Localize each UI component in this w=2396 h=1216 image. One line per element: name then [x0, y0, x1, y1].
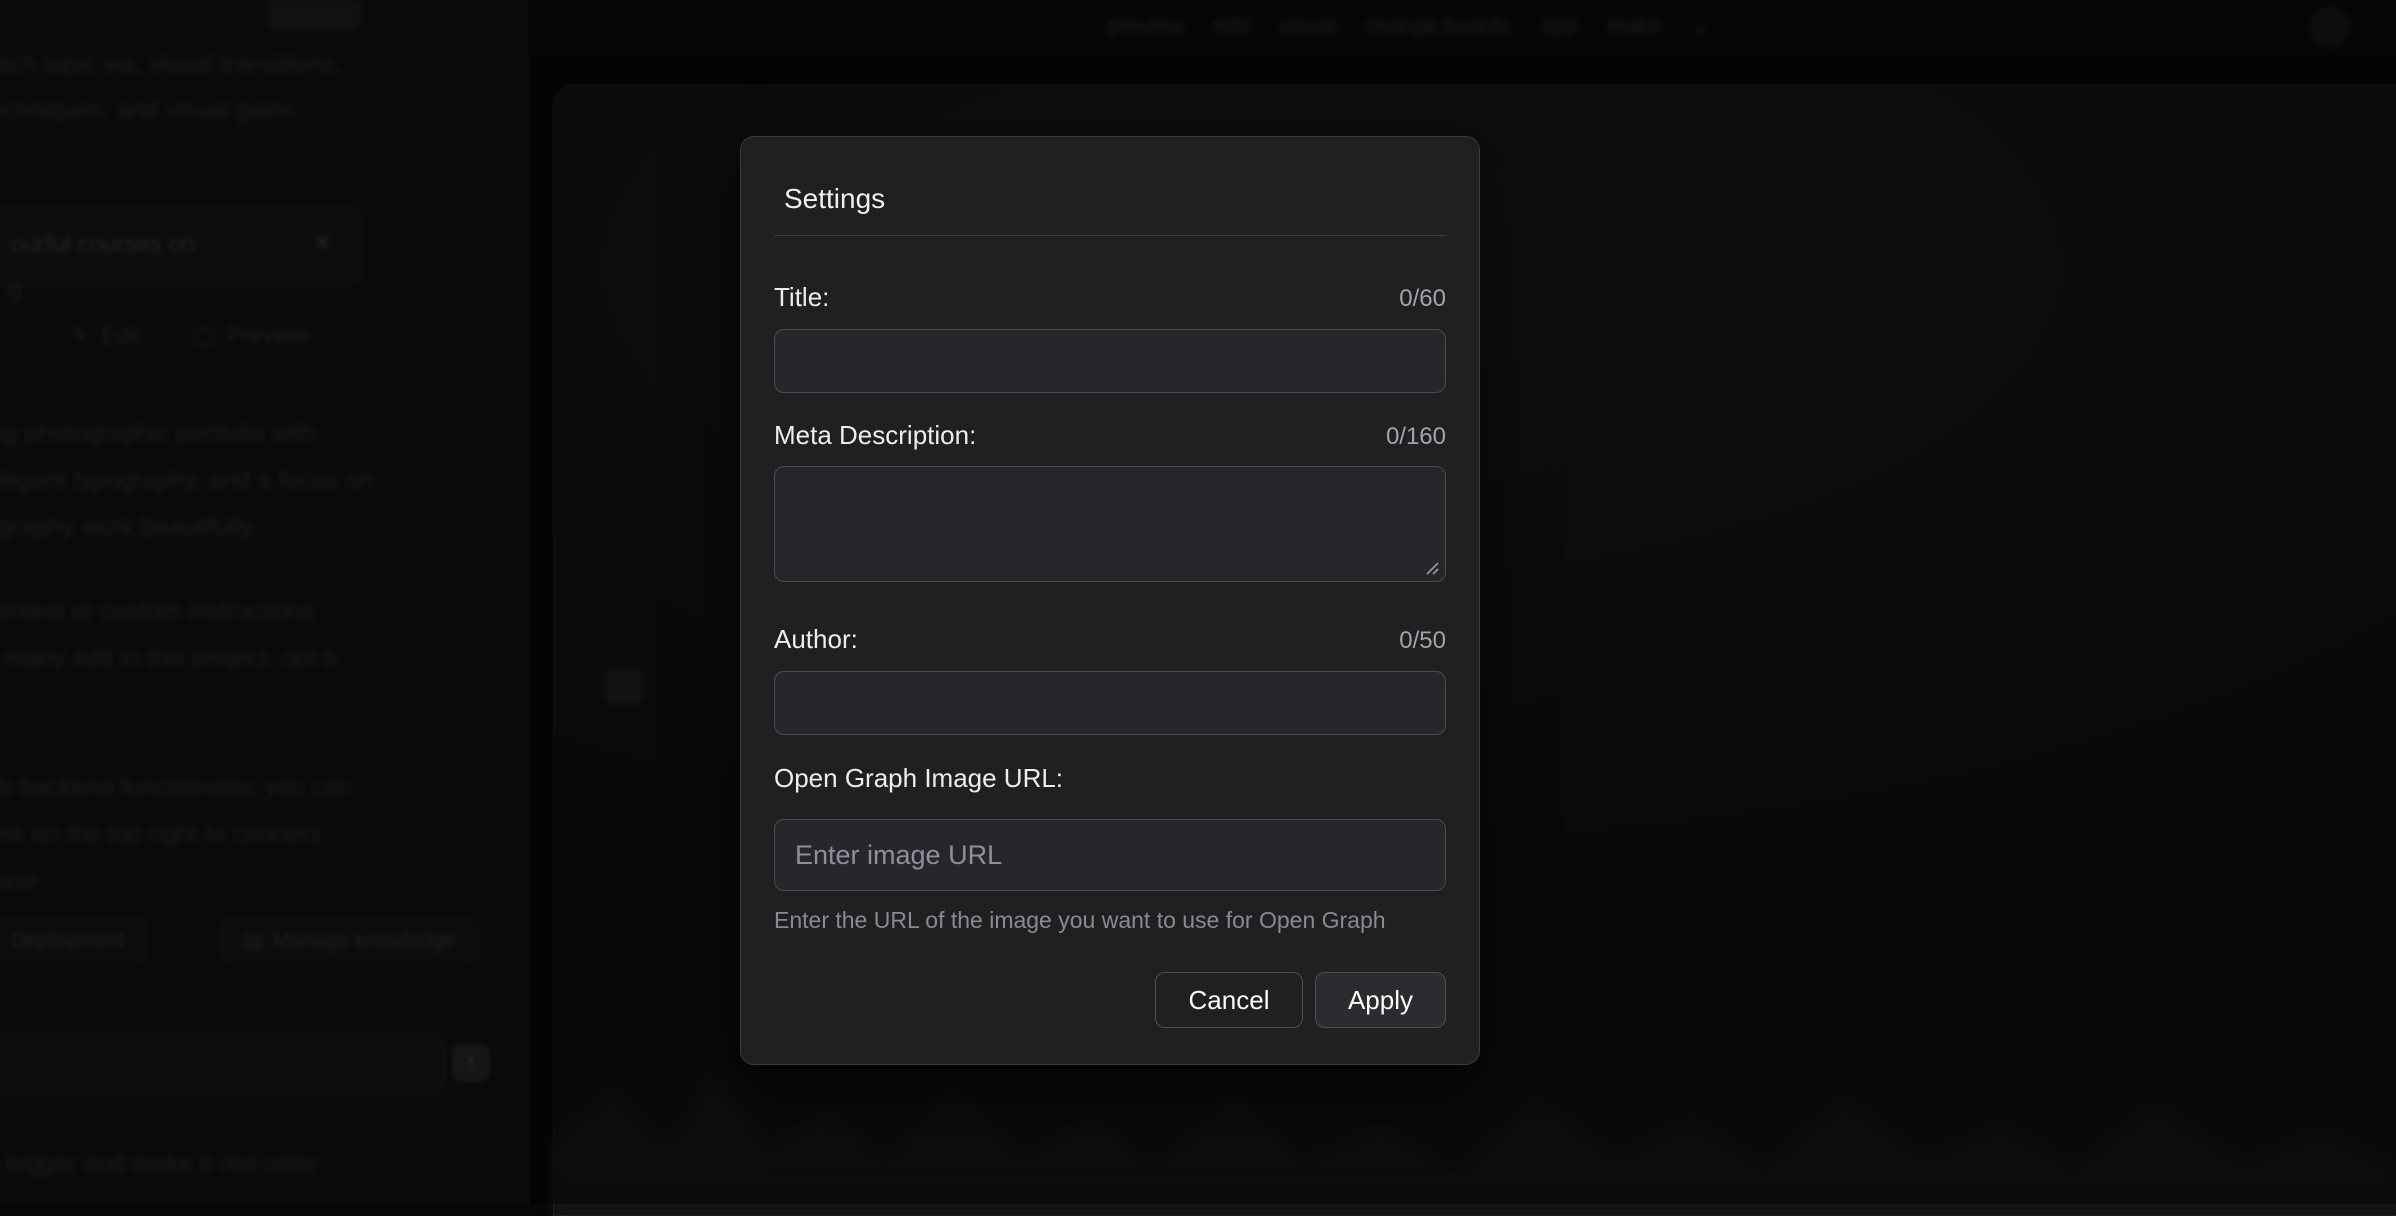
author-char-counter: 0/50 — [1399, 627, 1446, 655]
meta-description-textarea[interactable] — [774, 466, 1446, 582]
og-image-url-label: Open Graph Image URL: — [774, 763, 1063, 794]
settings-modal: Settings Title: 0/60 Meta Description: 0… — [740, 136, 1480, 1065]
og-image-url-input[interactable] — [774, 819, 1446, 891]
og-image-field-head: Open Graph Image URL: — [774, 763, 1446, 794]
cancel-button[interactable]: Cancel — [1155, 972, 1303, 1028]
author-input[interactable] — [774, 671, 1446, 735]
meta-description-label: Meta Description: — [774, 420, 976, 451]
modal-button-row: Cancel Apply — [774, 972, 1446, 1028]
author-field-head: Author: 0/50 — [774, 624, 1446, 655]
og-image-helper-text: Enter the URL of the image you want to u… — [774, 907, 1446, 934]
modal-title: Settings — [784, 183, 1446, 215]
title-field-head: Title: 0/60 — [774, 282, 1446, 313]
title-input[interactable] — [774, 329, 1446, 393]
meta-description-wrap — [774, 466, 1446, 582]
meta-description-field-head: Meta Description: 0/160 — [774, 420, 1446, 451]
modal-divider — [774, 235, 1446, 236]
meta-description-char-counter: 0/160 — [1386, 423, 1446, 451]
title-field-label: Title: — [774, 282, 829, 313]
apply-button[interactable]: Apply — [1315, 972, 1446, 1028]
author-field-label: Author: — [774, 624, 858, 655]
title-char-counter: 0/60 — [1399, 285, 1446, 313]
resize-handle-icon[interactable] — [1423, 559, 1441, 577]
